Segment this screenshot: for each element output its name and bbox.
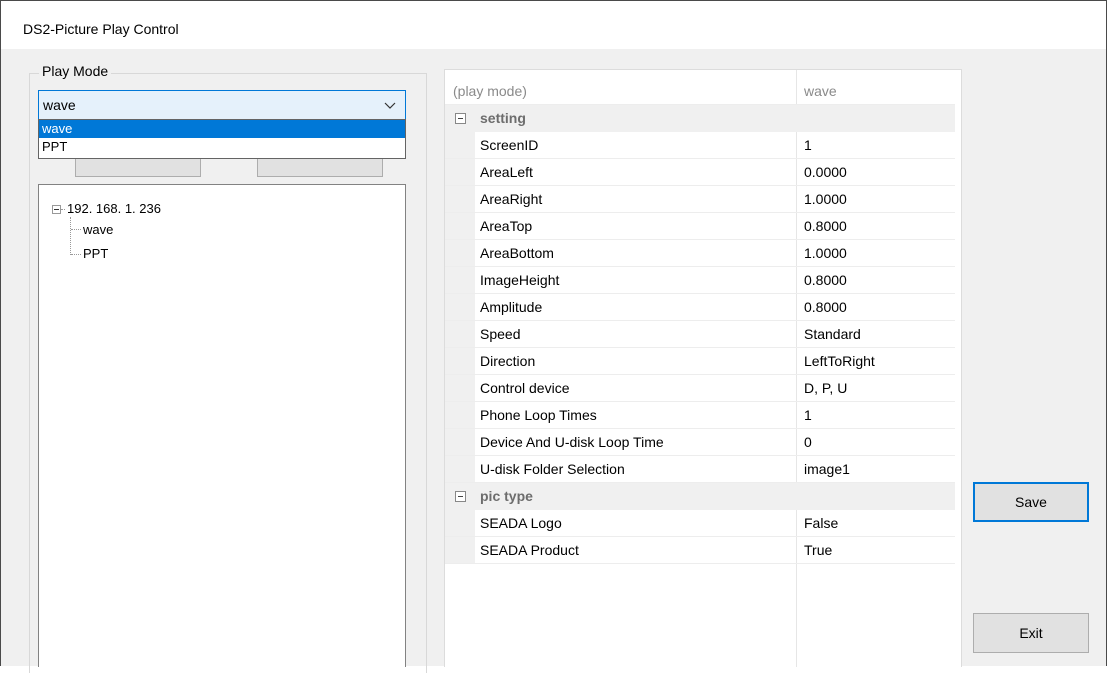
property-value[interactable]: 0.8000 (804, 272, 847, 288)
property-key: Speed (480, 326, 521, 342)
property-key: ScreenID (480, 137, 539, 153)
title-bar[interactable]: DS2-Picture Play Control (1, 1, 1106, 49)
tree-node-ppt[interactable]: PPT (83, 246, 108, 261)
tree-node-wave[interactable]: wave (83, 222, 113, 237)
row-gutter (445, 375, 475, 401)
property-row[interactable]: Phone Loop Times 1 (445, 402, 955, 429)
property-key: ImageHeight (480, 272, 560, 288)
app-window: DS2-Picture Play Control Play Mode wave … (0, 0, 1107, 673)
chevron-down-icon (384, 102, 396, 109)
grid-header-row[interactable]: (play mode) wave (445, 78, 955, 105)
row-gutter (445, 240, 475, 266)
row-gutter (445, 186, 475, 212)
play-mode-selected-value: wave (43, 97, 76, 113)
property-row[interactable]: Direction LeftToRight (445, 348, 955, 375)
property-value[interactable]: 0 (804, 434, 812, 450)
property-value[interactable]: 0.8000 (804, 299, 847, 315)
row-gutter (445, 321, 475, 347)
property-value[interactable]: 1.0000 (804, 191, 847, 207)
property-value: wave (804, 83, 837, 99)
row-gutter (445, 456, 475, 482)
row-gutter (445, 213, 475, 239)
property-row[interactable]: Amplitude 0.8000 (445, 294, 955, 321)
property-key: AreaTop (480, 218, 533, 234)
property-value[interactable]: False (804, 515, 838, 531)
row-gutter (445, 159, 475, 185)
hidden-button-right[interactable] (257, 159, 383, 177)
property-row[interactable]: ImageHeight 0.8000 (445, 267, 955, 294)
device-tree: 192. 168. 1. 236 wave PPT (38, 184, 406, 667)
property-row[interactable]: AreaLeft 0.0000 (445, 159, 955, 186)
property-value[interactable]: 1 (804, 407, 812, 423)
row-gutter (445, 294, 475, 320)
collapse-icon[interactable] (455, 113, 466, 124)
property-key: SEADA Product (480, 542, 579, 558)
property-value[interactable]: 1 (804, 137, 812, 153)
dropdown-option-wave[interactable]: wave (39, 120, 405, 138)
property-row[interactable]: SEADA Product True (445, 537, 955, 564)
property-key: U-disk Folder Selection (480, 461, 625, 477)
dropdown-option-ppt[interactable]: PPT (39, 138, 405, 156)
tree-connector (70, 217, 71, 255)
row-gutter (445, 510, 475, 536)
save-button[interactable]: Save (973, 482, 1089, 522)
property-row[interactable]: SEADA Logo False (445, 510, 955, 537)
property-key: AreaBottom (480, 245, 554, 261)
row-gutter (445, 537, 475, 563)
row-gutter (445, 132, 475, 158)
hidden-button-left[interactable] (75, 159, 201, 177)
property-value[interactable]: 0.0000 (804, 164, 847, 180)
collapse-icon[interactable] (455, 491, 466, 502)
row-gutter (445, 348, 475, 374)
play-mode-label: Play Mode (39, 63, 112, 79)
property-value[interactable]: True (804, 542, 832, 558)
play-mode-combobox[interactable]: wave (38, 90, 406, 120)
tree-connector (71, 254, 81, 255)
property-row[interactable]: AreaRight 1.0000 (445, 186, 955, 213)
row-gutter (445, 402, 475, 428)
exit-button[interactable]: Exit (973, 613, 1089, 653)
property-value[interactable]: image1 (804, 461, 850, 477)
row-gutter (445, 267, 475, 293)
category-label: pic type (480, 488, 533, 504)
property-key: AreaRight (480, 191, 543, 207)
property-key: SEADA Logo (480, 515, 562, 531)
property-key: AreaLeft (480, 164, 533, 180)
property-row[interactable]: AreaBottom 1.0000 (445, 240, 955, 267)
tree-node-ip[interactable]: 192. 168. 1. 236 (67, 201, 161, 216)
property-row[interactable]: Control device D, P, U (445, 375, 955, 402)
property-key: Device And U-disk Loop Time (480, 434, 664, 450)
property-key: Amplitude (480, 299, 543, 315)
property-row[interactable]: Speed Standard (445, 321, 955, 348)
property-value[interactable]: 0.8000 (804, 218, 847, 234)
property-value[interactable]: D, P, U (804, 380, 847, 396)
property-row[interactable]: AreaTop 0.8000 (445, 213, 955, 240)
property-value[interactable]: Standard (804, 326, 861, 342)
property-key: Direction (480, 353, 536, 369)
property-row[interactable]: ScreenID 1 (445, 132, 955, 159)
property-key: Control device (480, 380, 570, 396)
play-mode-dropdown-list: wave PPT (38, 119, 406, 159)
window-title: DS2-Picture Play Control (23, 21, 179, 37)
property-key: (play mode) (453, 83, 527, 99)
tree-connector (61, 209, 65, 210)
property-grid: (play mode) wave setting ScreenID 1 AreaL… (444, 69, 962, 667)
category-label: setting (480, 110, 526, 126)
property-row[interactable]: U-disk Folder Selection image1 (445, 456, 955, 483)
row-gutter (445, 429, 475, 455)
property-value[interactable]: 1.0000 (804, 245, 847, 261)
category-row-setting[interactable]: setting (445, 105, 955, 132)
category-row-pic-type[interactable]: pic type (445, 483, 955, 510)
property-row[interactable]: Device And U-disk Loop Time 0 (445, 429, 955, 456)
collapse-icon[interactable] (52, 205, 61, 214)
property-value[interactable]: LeftToRight (804, 353, 875, 369)
property-key: Phone Loop Times (480, 407, 597, 423)
tree-connector (71, 229, 81, 230)
